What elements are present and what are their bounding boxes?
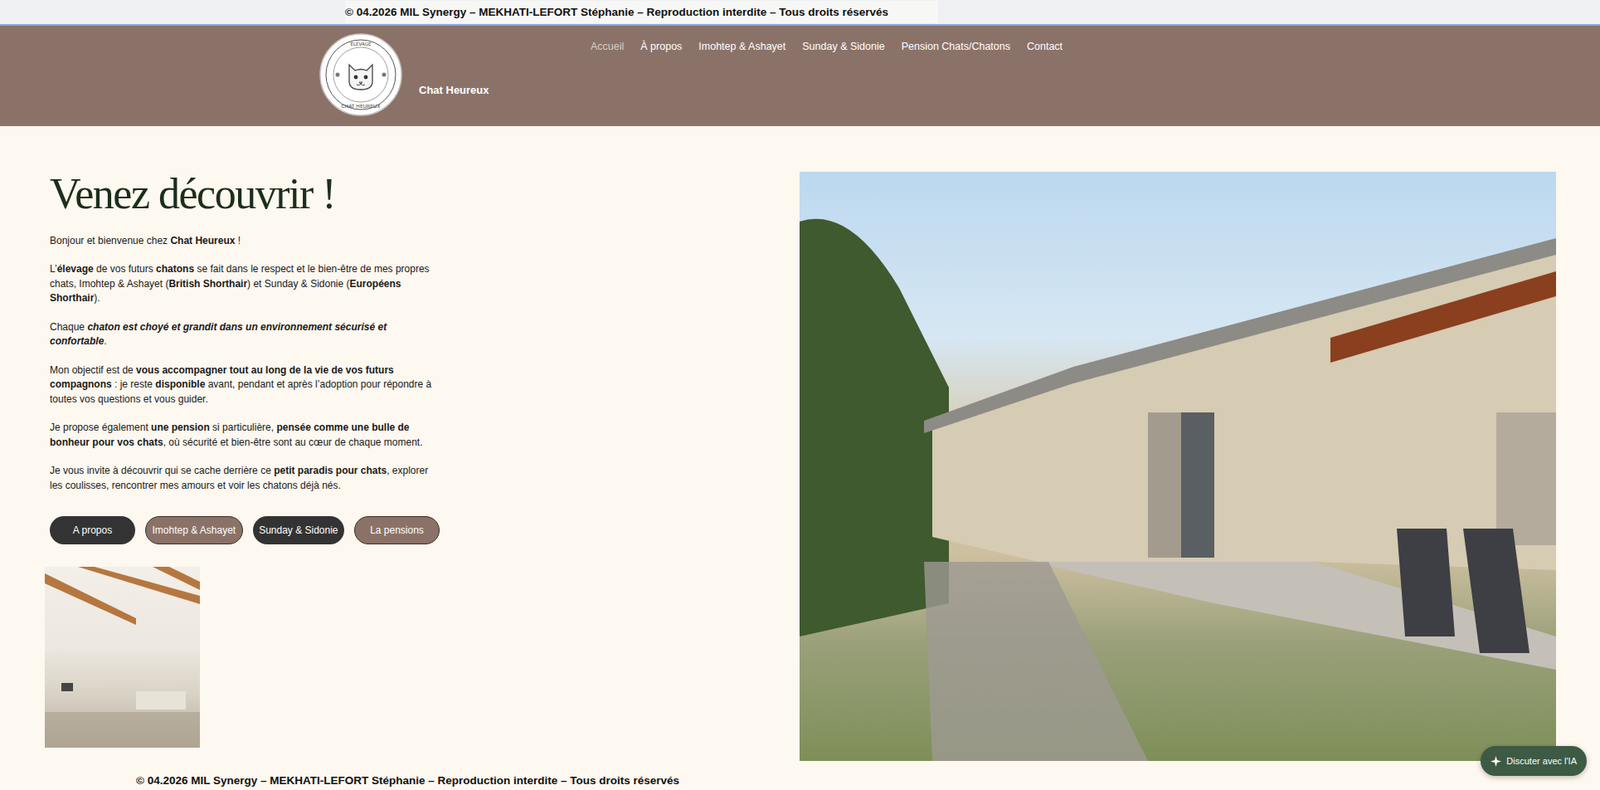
footer-copyright: © 04.2026 MIL Synergy – MEKHATI-LEFORT S… [0,760,1600,787]
nav-link[interactable]: Accueil [590,40,624,53]
text-run: Mon objectif est de [49,364,137,376]
house-photo [799,171,1557,761]
logo-bottom-text: CHAT HEUREUX [340,102,380,109]
text-run: ). [93,291,100,304]
intro-paragraph: L’élevage de vos futurs chatons se fait … [49,262,440,307]
text-run: Chaque [49,320,88,333]
logo-top-text: ÉLEVAGE [350,40,372,47]
text-run: Chat Heureux [170,234,235,247]
nav-link[interactable]: Contact [1026,40,1063,53]
copyright-bar: © 04.2026 MIL Synergy – MEKHATI-LEFORT S… [0,0,1600,26]
text-run: ! [234,234,241,247]
text-run: de vos futurs [93,262,156,275]
interior-photo [44,566,200,748]
intro-paragraph: Bonjour et bienvenue chez Chat Heureux ! [49,233,440,249]
logo-icon[interactable]: ÉLEVAGE CHAT HEUREUX [319,33,403,117]
link-button[interactable]: Sunday & Sidonie [252,515,345,545]
text-run: , où sécurité et bien-être sont au cœur … [163,436,424,448]
main-nav: Accueil À propos Imohtep & Ashayet Sunday &… [590,25,1063,53]
sparkle-icon [1490,755,1502,767]
text-run: Je vous invite à découvrir qui se cache … [49,464,274,477]
nav-link[interactable]: Pension Chats/Chatons [901,40,1011,53]
intro-paragraph: Chaque chaton est choyé et grandit dans … [49,320,440,350]
text-run: petit paradis pour chats [273,464,387,477]
intro-paragraph: Je propose également une pension si part… [49,420,440,450]
main-content: Venez découvrir ! Bonjour et bienvenue ch… [0,126,1600,761]
text-run: Bonjour et bienvenue chez [49,234,171,247]
link-button[interactable]: La pensions [354,515,440,545]
page-heading: Venez découvrir ! [49,171,440,218]
text-run: . [103,335,107,347]
link-button[interactable]: A propos [49,515,136,545]
site-name[interactable]: Chat Heureux [418,83,1063,97]
ai-chat-button[interactable]: Discuter avec l'IA [1480,745,1587,776]
copyright-text: © 04.2026 MIL Synergy – MEKHATI-LEFORT S… [345,0,939,24]
text-run: chaton est choyé et grandit dans un envi… [49,320,387,348]
text-run: élevage [57,262,94,275]
nav-link[interactable]: Sunday & Sidonie [802,40,885,53]
text-run: ) et Sunday & Sidonie ( [247,277,350,290]
text-run: si particulière, [209,421,278,433]
link-button[interactable]: Imohtep & Ashayet [145,515,244,545]
intro-column: Venez découvrir ! Bonjour et bienvenue ch… [49,171,440,761]
text-run: une pension [150,421,210,433]
intro-paragraph: Mon objectif est de vous accompagner tou… [49,363,440,408]
text-run: L’ [49,262,58,275]
intro-paragraph: Je vous invite à découvrir qui se cache … [49,463,440,493]
button-row: A propos Imohtep & Ashayet Sunday & Sidoni… [49,515,440,545]
nav-link[interactable]: Imohtep & Ashayet [698,40,786,53]
nav-link[interactable]: À propos [640,40,682,53]
text-run: chatons [155,262,195,275]
text-run: disponible [155,378,205,390]
site-header: ÉLEVAGE CHAT HEUREUX Accueil À propos Imohte… [0,25,1600,127]
text-run: British Shorthair [168,277,248,290]
text-run: Je propose également [49,421,151,433]
text-run: : je reste [111,378,156,390]
ai-chat-label: Discuter avec l'IA [1506,755,1577,766]
